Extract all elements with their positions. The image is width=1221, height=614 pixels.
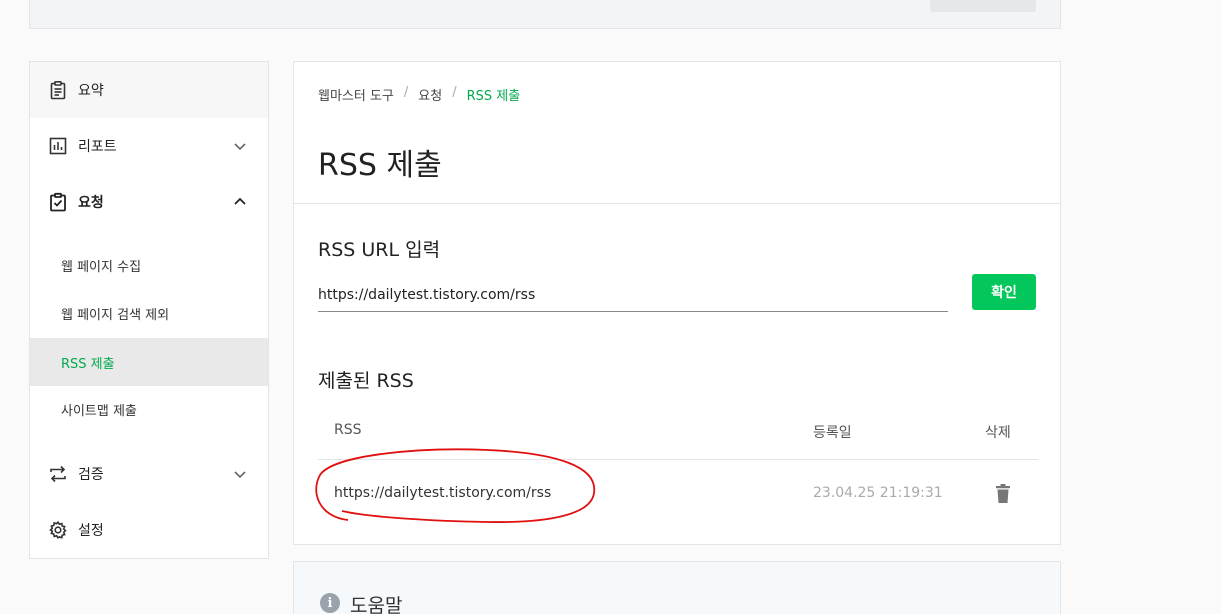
rss-input-label: RSS URL 입력 [318,239,441,261]
sidebar-item-verify[interactable]: 검증 [30,446,268,502]
sidebar-subitem-sitemap[interactable]: 사이트맵 제출 [30,385,268,433]
rss-url-input[interactable] [318,278,948,312]
breadcrumb: 웹마스터 도구 / 요청 / RSS 제출 [318,85,520,104]
breadcrumb-separator: / [452,85,457,100]
clipboard-icon [48,80,68,100]
sidebar-nav: 요약 리포트 요청 웹 페이지 수집 웹 페이지 검색 제외 RSS 제출 사이… [29,61,269,559]
clipboard-check-icon [48,192,68,212]
sidebar-item-label: 검증 [78,467,104,483]
sidebar-subitem-label: 웹 페이지 검색 제외 [61,307,170,323]
sidebar-item-request[interactable]: 요청 [30,174,268,230]
sidebar-subitem-label: 웹 페이지 수집 [61,259,142,275]
sidebar-item-label: 리포트 [78,139,117,155]
rss-url-cell: https://dailytest.tistory.com/rss [334,485,552,501]
bar-chart-icon [48,136,68,156]
table-divider [318,459,1038,460]
repeat-icon [48,464,68,484]
top-banner-button[interactable] [930,0,1036,12]
column-header-rss: RSS [334,422,362,438]
sidebar-item-report[interactable]: 리포트 [30,118,268,174]
sidebar-subitem-label: RSS 제출 [61,356,115,372]
column-header-date: 등록일 [813,425,852,441]
chevron-down-icon[interactable] [232,138,248,154]
registered-date-cell: 23.04.25 21:19:31 [813,485,943,501]
breadcrumb-root[interactable]: 웹마스터 도구 [318,85,394,104]
breadcrumb-current: RSS 제출 [466,89,521,104]
confirm-button[interactable]: 확인 [972,274,1036,310]
page-title: RSS 제출 [318,148,442,183]
chevron-down-icon[interactable] [232,466,248,482]
breadcrumb-separator: / [403,85,409,100]
sidebar-subitem-crawl[interactable]: 웹 페이지 수집 [30,241,268,289]
sidebar-subitem-rss[interactable]: RSS 제출 [30,338,268,386]
header-divider [294,203,1060,204]
gear-icon [48,520,68,540]
chevron-up-icon[interactable] [232,194,248,210]
help-panel: i 도움말 [293,561,1061,614]
info-icon: i [320,593,340,613]
sidebar-item-label: 설정 [78,523,104,539]
sidebar-subitem-label: 사이트맵 제출 [61,403,137,419]
breadcrumb-mid[interactable]: 요청 [418,85,442,104]
sidebar-item-settings[interactable]: 설정 [30,502,268,558]
sidebar-item-summary[interactable]: 요약 [30,62,268,118]
submitted-rss-title: 제출된 RSS [318,370,414,392]
column-header-delete: 삭제 [985,425,1011,441]
sidebar-subitem-exclude[interactable]: 웹 페이지 검색 제외 [30,289,268,337]
sidebar-item-label: 요약 [78,83,104,99]
sidebar-item-label: 요청 [78,195,104,211]
trash-icon[interactable] [993,483,1013,505]
top-banner [29,0,1061,29]
help-title: 도움말 [350,595,403,614]
main-panel: 웹마스터 도구 / 요청 / RSS 제출 RSS 제출 RSS URL 입력 … [293,61,1061,545]
